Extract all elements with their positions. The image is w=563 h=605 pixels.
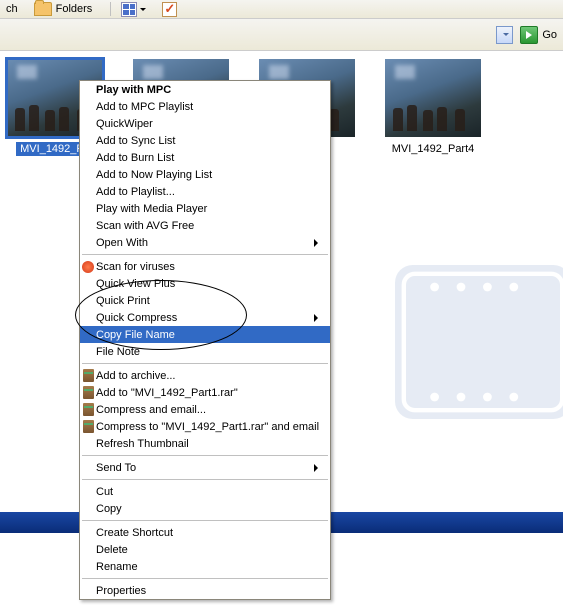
ctx-separator (82, 520, 328, 521)
ctx-quick-print[interactable]: Quick Print (80, 292, 330, 309)
folder-icon (34, 2, 52, 16)
ctx-add-archive[interactable]: Add to archive... (80, 367, 330, 384)
ctx-separator (82, 578, 328, 579)
address-dropdown[interactable] (496, 26, 513, 44)
submenu-arrow-icon (314, 464, 322, 472)
ctx-separator (82, 254, 328, 255)
thumbnail-label: MVI_1492_Part4 (388, 142, 479, 156)
archive-icon (81, 403, 95, 417)
chevron-down-icon (140, 8, 146, 14)
thumbnail-image (385, 59, 481, 137)
filmstrip-watermark-icon (373, 232, 563, 452)
ctx-add-rar[interactable]: Add to "MVI_1492_Part1.rar" (80, 384, 330, 401)
ctx-compress-email[interactable]: Compress and email... (80, 401, 330, 418)
ctx-create-shortcut[interactable]: Create Shortcut (80, 524, 330, 541)
virus-icon (81, 260, 95, 274)
ctx-refresh-thumbnail[interactable]: Refresh Thumbnail (80, 435, 330, 452)
submenu-arrow-icon (314, 239, 322, 247)
submenu-arrow-icon (314, 314, 322, 322)
ctx-file-note[interactable]: File Note (80, 343, 330, 360)
ctx-separator (82, 455, 328, 456)
ctx-add-playlist[interactable]: Add to Playlist... (80, 183, 330, 200)
ctx-compress-rar-email[interactable]: Compress to "MVI_1492_Part1.rar" and ema… (80, 418, 330, 435)
ctx-cut[interactable]: Cut (80, 483, 330, 500)
ctx-separator (82, 479, 328, 480)
ctx-add-sync-list[interactable]: Add to Sync List (80, 132, 330, 149)
context-menu: Play with MPC Add to MPC Playlist QuickW… (79, 80, 331, 600)
ctx-rename[interactable]: Rename (80, 558, 330, 575)
ctx-delete[interactable]: Delete (80, 541, 330, 558)
address-bar: Go (0, 19, 563, 51)
ctx-play-media-player[interactable]: Play with Media Player (80, 200, 330, 217)
archive-icon (81, 386, 95, 400)
ctx-play-mpc[interactable]: Play with MPC (80, 81, 330, 98)
go-label: Go (542, 29, 557, 41)
views-button[interactable] (117, 1, 150, 17)
toolbar-separator (110, 2, 111, 16)
ctx-add-mpc-playlist[interactable]: Add to MPC Playlist (80, 98, 330, 115)
ctx-quickwiper[interactable]: QuickWiper (80, 115, 330, 132)
check-button[interactable] (158, 1, 181, 17)
ctx-send-to[interactable]: Send To (80, 459, 330, 476)
ctx-open-with[interactable]: Open With (80, 234, 330, 251)
ctx-quick-view-plus[interactable]: Quick View Plus (80, 275, 330, 292)
ctx-scan-viruses[interactable]: Scan for viruses (80, 258, 330, 275)
check-icon (162, 2, 177, 17)
ctx-quick-compress[interactable]: Quick Compress (80, 309, 330, 326)
ctx-copy-file-name[interactable]: Copy File Name (80, 326, 330, 343)
ctx-copy[interactable]: Copy (80, 500, 330, 517)
views-icon (121, 2, 137, 17)
main-toolbar: ch Folders (0, 0, 563, 19)
ctx-add-burn-list[interactable]: Add to Burn List (80, 149, 330, 166)
ctx-scan-avg[interactable]: Scan with AVG Free (80, 217, 330, 234)
search-label: ch (6, 3, 18, 15)
ctx-add-now-playing[interactable]: Add to Now Playing List (80, 166, 330, 183)
chevron-down-icon (503, 33, 509, 39)
ctx-properties[interactable]: Properties (80, 582, 330, 599)
thumbnail-item[interactable]: MVI_1492_Part4 (384, 59, 482, 156)
archive-icon (81, 420, 95, 434)
go-button[interactable] (520, 26, 538, 44)
folders-label: Folders (56, 3, 93, 15)
search-button[interactable]: ch (2, 1, 22, 17)
archive-icon (81, 369, 95, 383)
ctx-separator (82, 363, 328, 364)
folders-button[interactable]: Folders (30, 1, 97, 17)
